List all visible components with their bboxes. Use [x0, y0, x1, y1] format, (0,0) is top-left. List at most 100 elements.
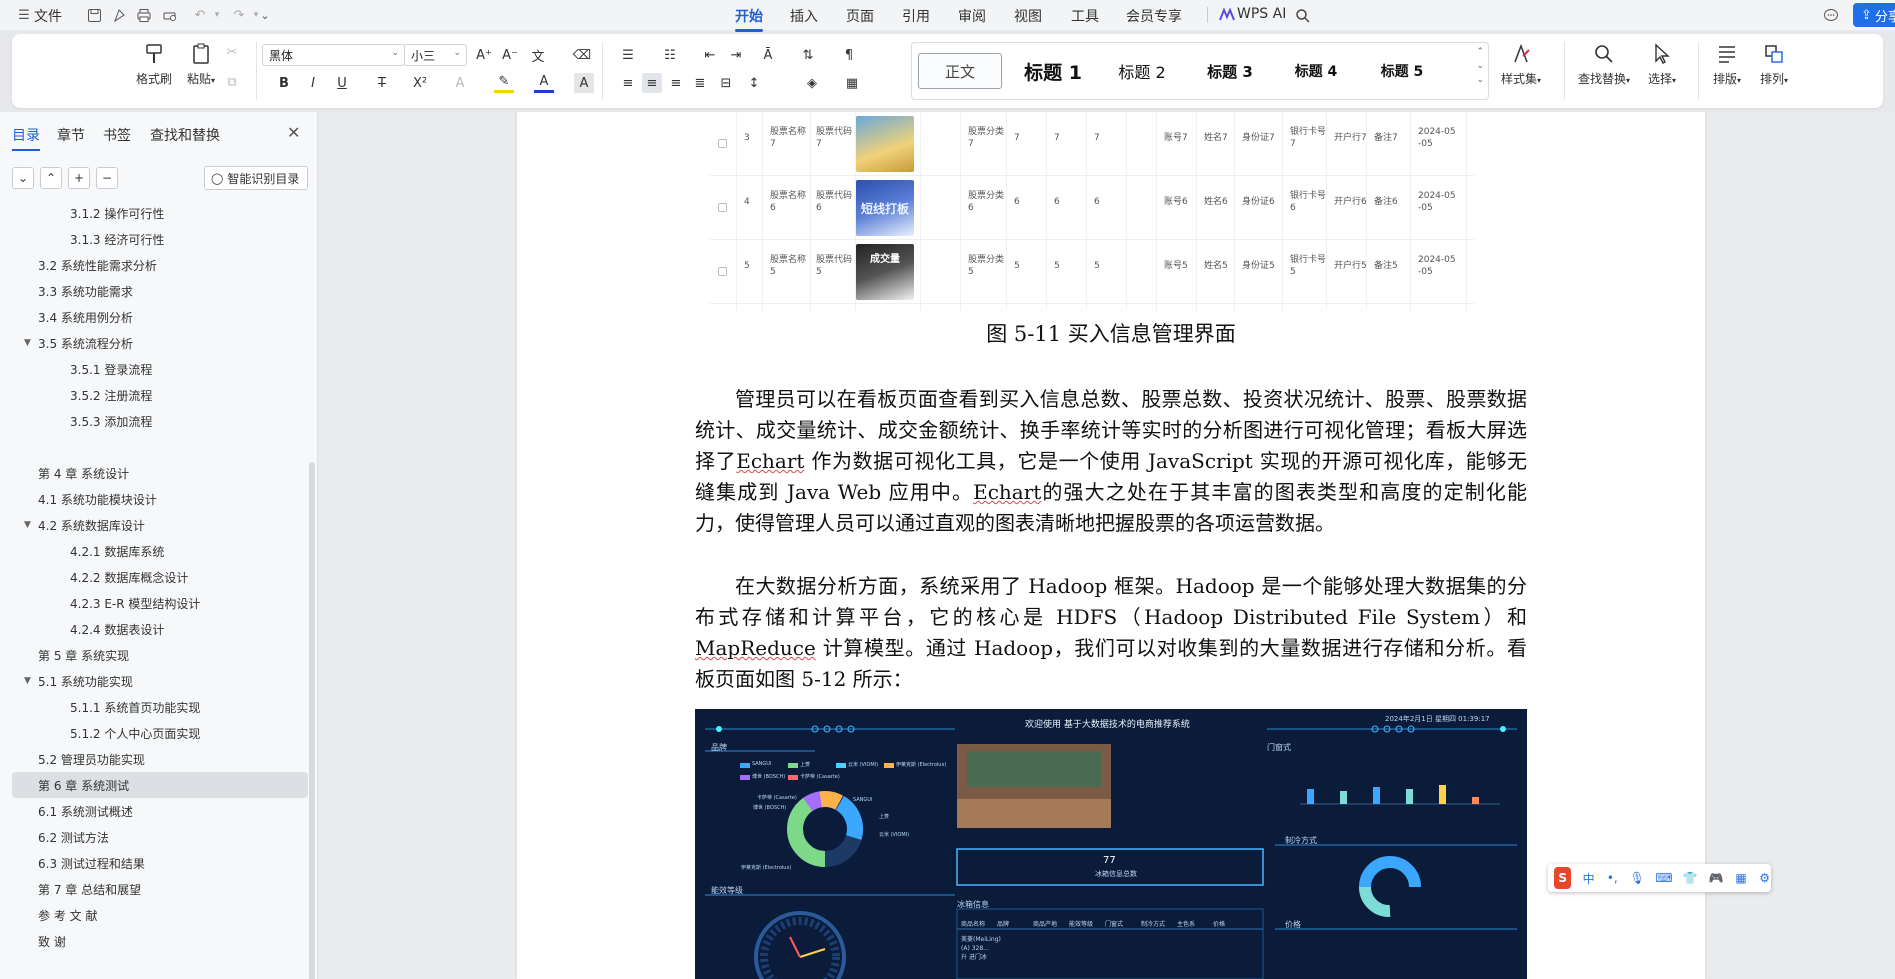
close-icon[interactable]: ✕	[287, 123, 300, 142]
quick-access-more-icon[interactable]: ⌄	[255, 5, 275, 25]
styles-scroll-arrows[interactable]: ⌃ ⌄ ⌄	[1476, 45, 1484, 87]
toc-expand-caret-icon[interactable]: ▼	[24, 338, 31, 348]
char-shading-icon[interactable]: A	[574, 73, 594, 93]
text-effect-icon[interactable]: A	[450, 73, 470, 93]
apps-grid-icon[interactable]: ▦	[1735, 870, 1748, 886]
text-direction-icon[interactable]: Ā	[758, 45, 778, 65]
shading-icon[interactable]: ◈	[802, 73, 822, 93]
toc-item[interactable]: 5.1 系统功能实现	[38, 668, 133, 694]
style-normal[interactable]: 正文	[918, 53, 1002, 89]
numbered-list-icon[interactable]: ☷	[660, 45, 680, 65]
tab-references[interactable]: 引用	[902, 6, 930, 26]
nav-tab-chapters[interactable]: 章节	[57, 125, 85, 145]
collapse-all-button[interactable]: ⌄	[12, 167, 34, 189]
toc-item[interactable]: 4.2.4 数据表设计	[70, 616, 164, 642]
style-heading-3[interactable]: 标题 3	[1190, 53, 1270, 89]
toc-item[interactable]: 第 5 章 系统实现	[38, 642, 129, 668]
toc-item[interactable]: 6.1 系统测试概述	[38, 798, 133, 824]
style-heading-1[interactable]: 标题 1	[1010, 53, 1096, 89]
toc-scrollbar[interactable]	[309, 462, 315, 979]
font-name-select[interactable]: 黑体 ⌄	[262, 44, 405, 66]
toc-item[interactable]: 6.2 测试方法	[38, 824, 109, 850]
undo-dropdown-icon[interactable]: ▾	[207, 5, 227, 25]
superscript-icon[interactable]: X²	[410, 73, 430, 93]
increase-font-icon[interactable]: A⁺	[474, 45, 494, 65]
decrease-font-icon[interactable]: A⁻	[500, 45, 520, 65]
menu-hamburger-icon[interactable]: ☰	[14, 5, 34, 25]
punctuation-icon[interactable]: •,	[1606, 870, 1619, 886]
toc-item[interactable]: 5.1.2 个人中心页面实现	[70, 720, 200, 746]
toc-item[interactable]: 3.5.2 注册流程	[70, 382, 152, 408]
cut-icon[interactable]: ✂	[222, 42, 242, 62]
save-icon[interactable]	[84, 5, 104, 25]
style-heading-5[interactable]: 标题 5	[1362, 53, 1442, 89]
file-menu[interactable]: 文件	[34, 6, 62, 26]
font-size-select[interactable]: 小三 ⌄	[404, 44, 467, 66]
tab-review[interactable]: 审阅	[958, 6, 986, 26]
toc-item[interactable]: 3.1.3 经济可行性	[70, 226, 164, 252]
tab-view[interactable]: 视图	[1014, 6, 1042, 26]
sort-icon[interactable]: ⇅	[798, 45, 818, 65]
toc-item[interactable]: 4.2 系统数据库设计	[38, 512, 145, 538]
align-right-icon[interactable]: ≡	[666, 73, 686, 93]
nav-tab-find-replace[interactable]: 查找和替换	[150, 125, 220, 145]
tab-member[interactable]: 会员专享	[1126, 6, 1182, 26]
toc-item[interactable]: 3.2 系统性能需求分析	[38, 252, 157, 278]
ime-toolbar[interactable]: S 中 •, 🎙 ⌨ 👕 🎮 ▦ ⚙	[1548, 864, 1771, 892]
tab-home[interactable]: 开始	[735, 6, 763, 32]
line-spacing-icon[interactable]: ↕	[744, 73, 764, 93]
toc-item[interactable]: 参 考 文 献	[38, 902, 97, 928]
paste-button[interactable]: 粘贴▾	[176, 42, 226, 87]
toc-item[interactable]: 4.2.3 E-R 模型结构设计	[70, 590, 200, 616]
toc-item[interactable]: 3.5.3 添加流程	[70, 408, 152, 434]
toc-expand-caret-icon[interactable]: ▼	[24, 676, 31, 686]
wps-ai-button[interactable]: WPS AI	[1237, 6, 1286, 22]
toc-item[interactable]: 4.2.2 数据库概念设计	[70, 564, 188, 590]
chat-icon[interactable]	[1821, 5, 1841, 25]
toc-item[interactable]: 5.1.1 系统首页功能实现	[70, 694, 200, 720]
document-page[interactable]: 3 股票名称 7 股票代码 7 股票分类 7 7 7 7 账号7 姓名7 身份证7 银行卡号 7 开户…	[517, 112, 1705, 979]
bold-icon[interactable]: B	[274, 73, 294, 93]
style-heading-4[interactable]: 标题 4	[1276, 53, 1356, 89]
decrease-indent-icon[interactable]: ⇤	[700, 45, 720, 65]
style-set-button[interactable]: 样式集▾	[1489, 42, 1553, 87]
print-preview-icon[interactable]	[160, 5, 180, 25]
toc-expand-caret-icon[interactable]: ▼	[24, 520, 31, 530]
share-button[interactable]: ⇪ 分享	[1853, 3, 1895, 27]
show-marks-icon[interactable]: ¶	[839, 45, 859, 65]
underline-icon[interactable]: U	[332, 73, 352, 93]
style-heading-2[interactable]: 标题 2	[1102, 53, 1182, 89]
add-heading-button[interactable]: +	[68, 167, 90, 189]
tab-insert[interactable]: 插入	[790, 6, 818, 26]
nav-tab-bookmarks[interactable]: 书签	[103, 125, 131, 145]
toc-item[interactable]: 3.5.1 登录流程	[70, 356, 152, 382]
keyboard-icon[interactable]: ⌨	[1655, 870, 1672, 886]
format-painter-button[interactable]: 格式刷	[129, 42, 179, 87]
toc-item[interactable]: 第 4 章 系统设计	[38, 460, 129, 486]
border-icon[interactable]: ▦	[842, 73, 862, 93]
align-left-icon[interactable]: ≡	[618, 73, 638, 93]
toc-item[interactable]: 3.4 系统用例分析	[38, 304, 133, 330]
paste-dropdown-icon[interactable]: ▾	[211, 76, 215, 85]
tab-page[interactable]: 页面	[846, 6, 874, 26]
select-button[interactable]: 选择▾	[1634, 42, 1690, 87]
smart-toc-button[interactable]: ◯ 智能识别目录	[204, 166, 308, 190]
phonetic-guide-icon[interactable]: 文	[528, 45, 548, 65]
bullet-list-icon[interactable]: ☰	[618, 45, 638, 65]
game-icon[interactable]: 🎮	[1709, 870, 1724, 886]
align-center-icon[interactable]: ≡	[642, 73, 662, 93]
toc-item[interactable]: 3.5 系统流程分析	[38, 330, 133, 356]
chinese-mode-icon[interactable]: 中	[1582, 870, 1595, 886]
skin-icon[interactable]: 👕	[1683, 870, 1698, 886]
microphone-icon[interactable]: 🎙	[1630, 870, 1645, 886]
layout-button[interactable]: 排版▾	[1702, 42, 1752, 87]
toc-item[interactable]: 5.2 管理员功能实现	[38, 746, 145, 772]
tab-tools[interactable]: 工具	[1071, 6, 1099, 26]
toc-item[interactable]: 6.3 测试过程和结果	[38, 850, 145, 876]
toc-item[interactable]: 3.3 系统功能需求	[38, 278, 133, 304]
remove-heading-button[interactable]: −	[96, 167, 118, 189]
justify-icon[interactable]: ≣	[690, 73, 710, 93]
italic-icon[interactable]: I	[303, 73, 323, 93]
clear-format-icon[interactable]: ⌫	[572, 45, 592, 65]
toc-item[interactable]: 第 6 章 系统测试	[38, 772, 129, 798]
